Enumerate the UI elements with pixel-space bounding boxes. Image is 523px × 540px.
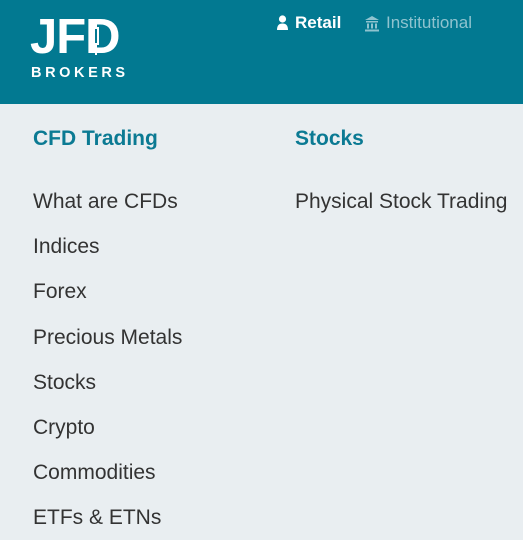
institutional-segment-link[interactable]: Institutional [364, 12, 472, 34]
menu-item-what-are-cfds[interactable]: What are CFDs [33, 179, 182, 224]
menu-item-commodities[interactable]: Commodities [33, 450, 182, 495]
menu-item-etfs-etns[interactable]: ETFs & ETNs [33, 495, 182, 540]
logo-subtext: BROKERS [31, 65, 129, 81]
building-icon [365, 15, 379, 31]
menu-item-physical-stock-trading[interactable]: Physical Stock Trading [295, 179, 507, 224]
menu-item-indices[interactable]: Indices [33, 224, 182, 269]
cfd-trading-menu: What are CFDs Indices Forex Precious Met… [33, 179, 182, 540]
logo-wordmark: JFD [30, 10, 121, 64]
menu-item-precious-metals[interactable]: Precious Metals [33, 315, 182, 360]
retail-segment-link[interactable]: Retail [276, 12, 341, 34]
menu-item-forex[interactable]: Forex [33, 269, 182, 314]
site-header: JFD BROKERS Retail Institutional [0, 0, 523, 104]
menu-item-stocks[interactable]: Stocks [33, 360, 182, 405]
menu-item-crypto[interactable]: Crypto [33, 405, 182, 450]
jfd-brokers-logo[interactable]: JFD BROKERS [28, 10, 132, 83]
cfd-trading-heading[interactable]: CFD Trading [33, 126, 158, 152]
institutional-label: Institutional [386, 13, 472, 32]
user-icon [277, 15, 288, 30]
retail-label: Retail [295, 13, 342, 32]
stocks-menu: Physical Stock Trading [295, 179, 507, 224]
candlestick-icon [93, 19, 99, 55]
stocks-heading[interactable]: Stocks [295, 126, 364, 152]
